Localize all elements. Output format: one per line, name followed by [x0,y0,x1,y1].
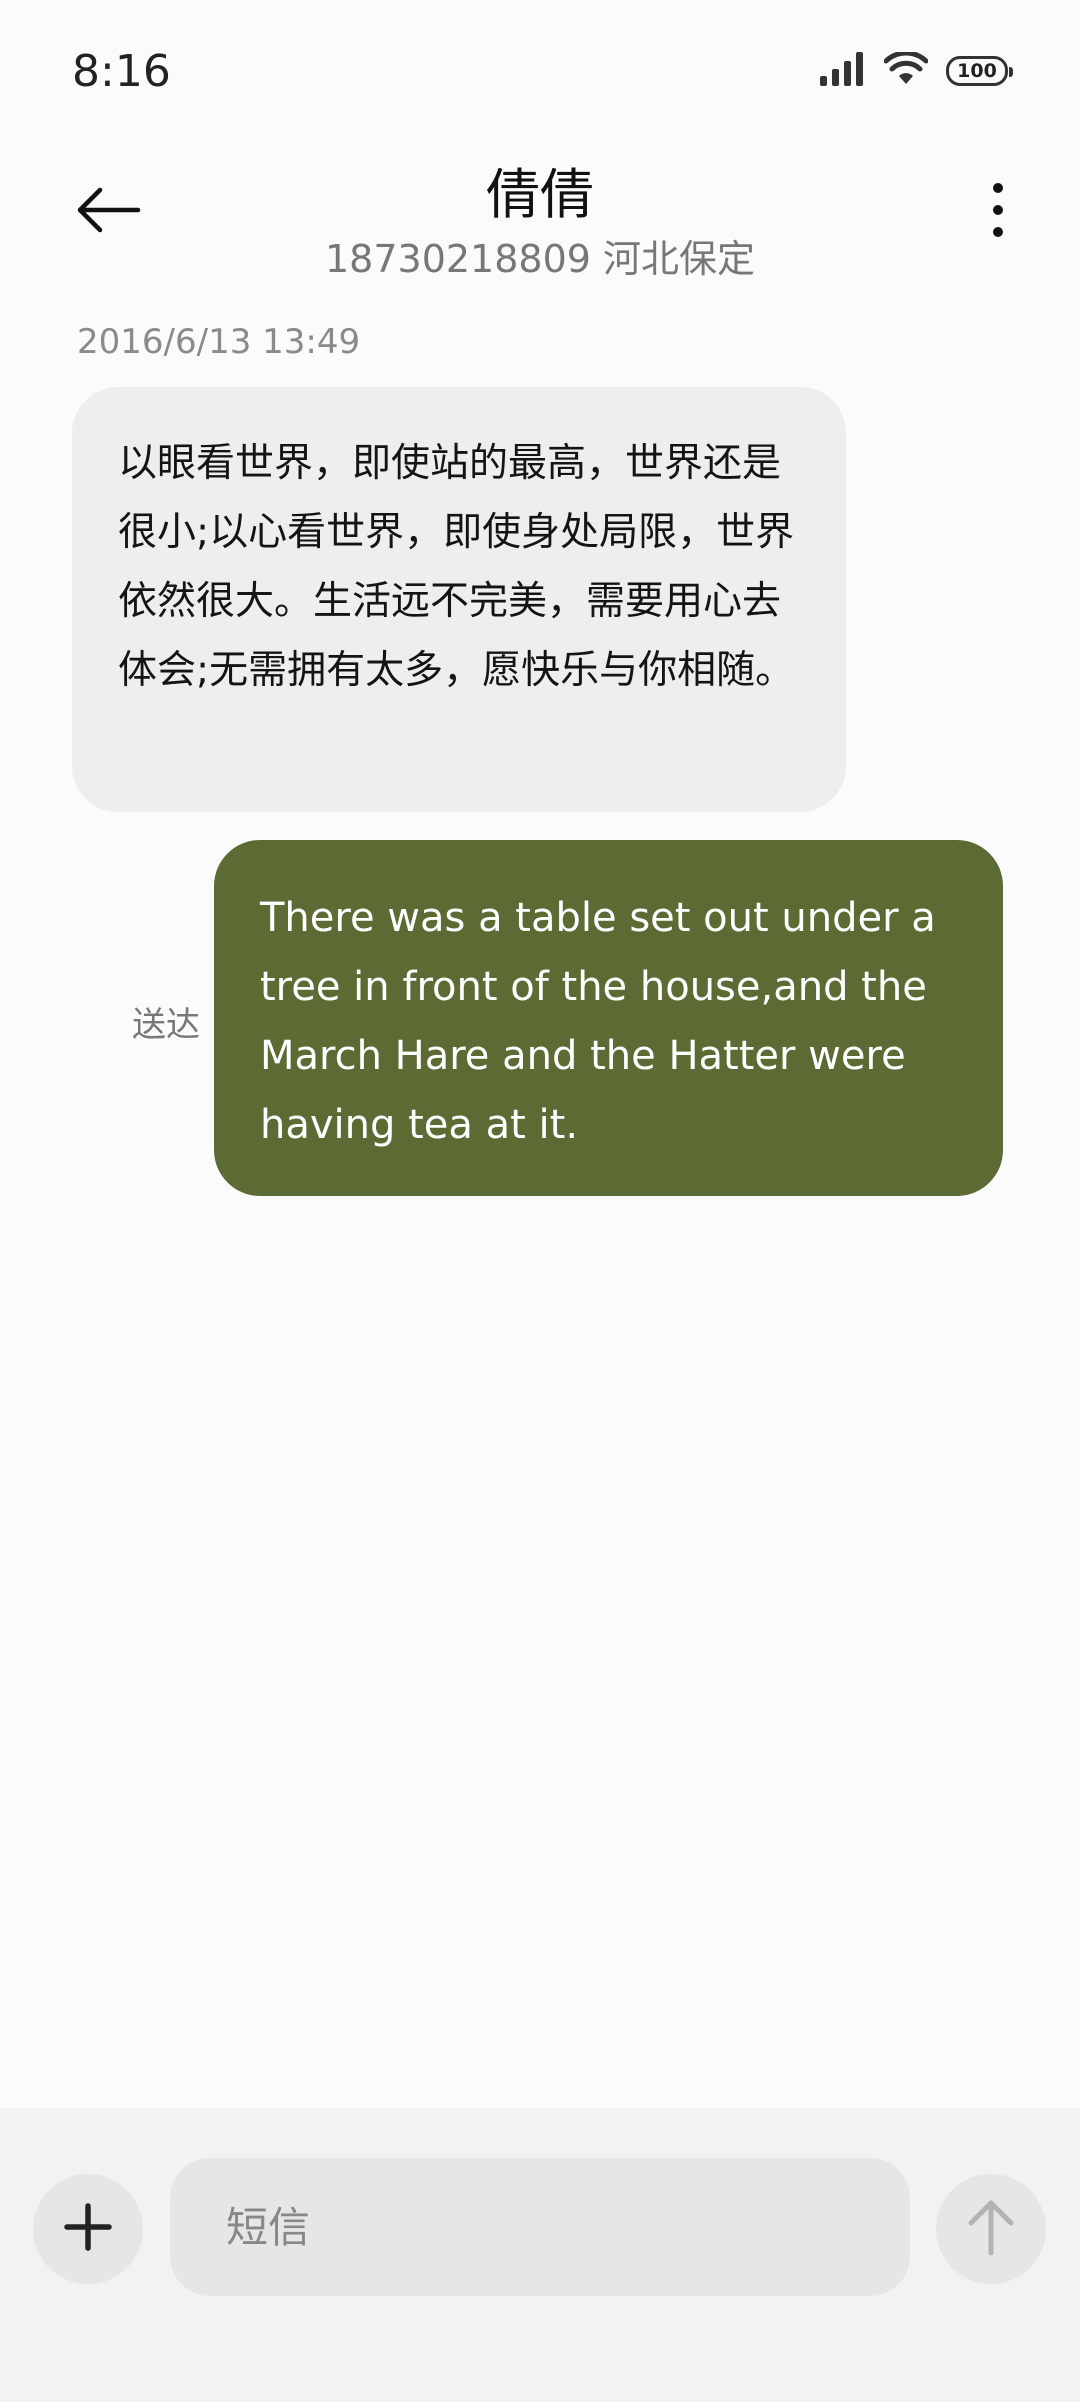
send-arrow-up-icon [966,2198,1016,2260]
status-time: 8:16 [72,46,171,97]
contact-name: 倩倩 [486,163,594,226]
contact-phone-location: 18730218809 河北保定 [324,237,756,281]
add-attachment-button[interactable] [33,2174,143,2284]
sms-conversation-screen: 8:16 100 倩倩 18730218809 河北保定 2016/6/13 1… [0,0,1080,2402]
conversation-header: 倩倩 18730218809 河北保定 [0,140,1080,290]
battery-icon: 100 [946,56,1013,86]
message-timestamp: 2016/6/13 13:49 [77,322,361,362]
message-composer [0,2108,1080,2402]
more-vertical-icon [992,182,1004,242]
status-icons: 100 [820,50,1013,90]
wifi-icon [883,50,929,90]
outgoing-message-bubble[interactable]: There was a table set out under a tree i… [214,840,1003,1196]
delivery-status: 送达 [132,1005,200,1045]
incoming-message-bubble[interactable]: 以眼看世界，即使站的最高，世界还是很小;以心看世界，即使身处局限，世界依然很大。… [72,387,846,812]
more-options-button[interactable] [956,170,1040,254]
signal-icon [820,52,866,90]
status-bar: 8:16 100 [0,0,1080,140]
sms-input[interactable] [170,2158,910,2296]
plus-icon [63,2202,113,2256]
send-button[interactable] [936,2174,1046,2284]
